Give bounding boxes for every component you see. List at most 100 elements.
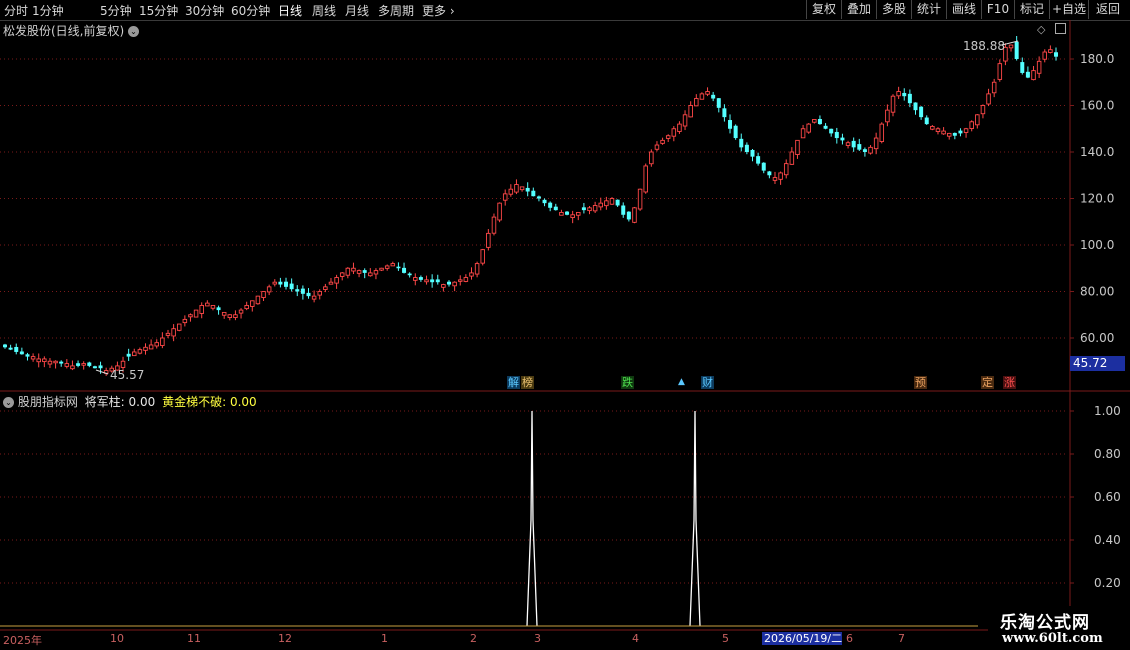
candle-body bbox=[171, 328, 176, 337]
chevron-down-icon[interactable]: ⌄ bbox=[128, 26, 140, 37]
candle-body bbox=[469, 272, 474, 277]
candle-body bbox=[941, 130, 946, 135]
candle-body bbox=[486, 232, 491, 248]
candle-body bbox=[379, 267, 384, 271]
candle-body bbox=[384, 265, 390, 269]
candlestick-series bbox=[3, 36, 1058, 376]
price-tick-label: 60.00 bbox=[1080, 331, 1114, 345]
candle-body bbox=[210, 305, 216, 309]
candle-body bbox=[868, 146, 873, 154]
candle-body bbox=[862, 149, 867, 152]
candle-body bbox=[120, 360, 126, 368]
event-marker-bang[interactable]: 榜 bbox=[521, 376, 534, 389]
candle-body bbox=[334, 277, 339, 284]
candle-body bbox=[188, 314, 193, 318]
candle-body bbox=[705, 91, 710, 95]
candle-body bbox=[132, 351, 137, 357]
candle-body bbox=[733, 125, 738, 139]
watermark: 乐淘公式网 www.60lt.com bbox=[988, 606, 1130, 650]
candle-body bbox=[845, 142, 851, 146]
candle-body bbox=[677, 123, 682, 132]
candle-body bbox=[829, 128, 834, 134]
event-marker-cai[interactable]: 财 bbox=[701, 376, 714, 389]
candle-body bbox=[1031, 70, 1036, 81]
candle-body bbox=[1020, 62, 1025, 73]
candle-body bbox=[930, 125, 935, 130]
candle-body bbox=[991, 81, 997, 94]
indicator-field1-label: 将军柱: bbox=[84, 395, 125, 409]
candle-body bbox=[53, 360, 58, 364]
indicator-name: 股朋指标网 bbox=[17, 395, 78, 409]
diamond-icon[interactable]: ◇ bbox=[1037, 23, 1045, 36]
candle-body bbox=[351, 267, 356, 272]
candle-body bbox=[728, 120, 733, 129]
candle-body bbox=[92, 366, 97, 369]
event-marker-jie[interactable]: 解 bbox=[507, 376, 520, 389]
event-up-arrow-icon[interactable]: ▲ bbox=[677, 376, 686, 389]
candle-body bbox=[81, 363, 86, 366]
candle-body bbox=[497, 202, 502, 221]
current-price-tag: 45.72 bbox=[1070, 356, 1125, 371]
candle-body bbox=[182, 318, 188, 324]
candle-body bbox=[502, 193, 508, 201]
candle-body bbox=[570, 214, 575, 219]
candle-body bbox=[300, 288, 305, 294]
candle-body bbox=[806, 123, 811, 133]
candle-body bbox=[744, 144, 749, 152]
candle-body bbox=[176, 323, 182, 331]
candle-body bbox=[457, 279, 463, 282]
candle-body bbox=[19, 351, 24, 355]
candle-body bbox=[823, 125, 828, 129]
price-tick-label: 160.0 bbox=[1080, 99, 1114, 113]
candle-body bbox=[165, 332, 171, 336]
window-icon[interactable] bbox=[1054, 23, 1066, 34]
candle-body bbox=[491, 216, 497, 234]
candle-body bbox=[525, 187, 530, 192]
candle-body bbox=[649, 151, 654, 165]
candle-body bbox=[98, 365, 103, 369]
price-tick-label: 120.0 bbox=[1080, 192, 1114, 206]
axes: 180.0 160.0 140.0 120.0 100.0 80.00 60.00 1.00 0… bbox=[0, 20, 1130, 631]
indicator-field2-label: 黄金梯不破: bbox=[162, 395, 227, 409]
date-label-oct: 10 bbox=[110, 632, 124, 645]
candle-body bbox=[160, 337, 165, 346]
stock-name: 松发股份(日线,前复权) bbox=[3, 24, 125, 38]
candle-body bbox=[565, 211, 570, 215]
candle-body bbox=[739, 138, 744, 148]
candle-body bbox=[1014, 41, 1019, 59]
candle-body bbox=[284, 281, 289, 287]
candle-body bbox=[576, 211, 581, 216]
candle-body bbox=[536, 196, 541, 199]
event-marker-die[interactable]: 跌 bbox=[621, 376, 634, 389]
candle-body bbox=[952, 132, 957, 136]
candle-body bbox=[8, 347, 13, 350]
indicator-tick-label: 0.40 bbox=[1094, 533, 1121, 547]
date-label-jun: 6 bbox=[846, 632, 853, 645]
candle-body bbox=[873, 137, 879, 150]
candle-body bbox=[919, 106, 924, 118]
candle-body bbox=[592, 205, 598, 212]
candle-body bbox=[59, 361, 64, 364]
indicator-spike bbox=[689, 410, 701, 627]
candle-body bbox=[452, 281, 457, 287]
chevron-down-icon[interactable]: ⌄ bbox=[3, 397, 14, 408]
candle-body bbox=[390, 263, 396, 267]
candle-body bbox=[463, 277, 469, 282]
candle-body bbox=[216, 307, 221, 311]
event-marker-ding[interactable]: 定 bbox=[981, 376, 994, 389]
candle-body bbox=[148, 344, 154, 350]
price-tick-label: 180.0 bbox=[1080, 52, 1114, 66]
candle-body bbox=[143, 346, 148, 351]
candle-body bbox=[295, 289, 300, 292]
candle-body bbox=[531, 190, 536, 197]
candle-body bbox=[407, 273, 412, 276]
kline-chart[interactable]: 180.0160.0140.0120.0100.080.0060.001.000… bbox=[0, 0, 1130, 650]
event-marker-zhang[interactable]: 涨 bbox=[1003, 376, 1016, 389]
candle-body bbox=[581, 207, 586, 211]
indicator-tick-label: 0.80 bbox=[1094, 447, 1121, 461]
event-marker-yu[interactable]: 预 bbox=[914, 376, 927, 389]
candle-body bbox=[199, 305, 204, 314]
candle-body bbox=[3, 344, 7, 348]
candle-body bbox=[70, 365, 75, 370]
candle-body bbox=[778, 172, 783, 180]
